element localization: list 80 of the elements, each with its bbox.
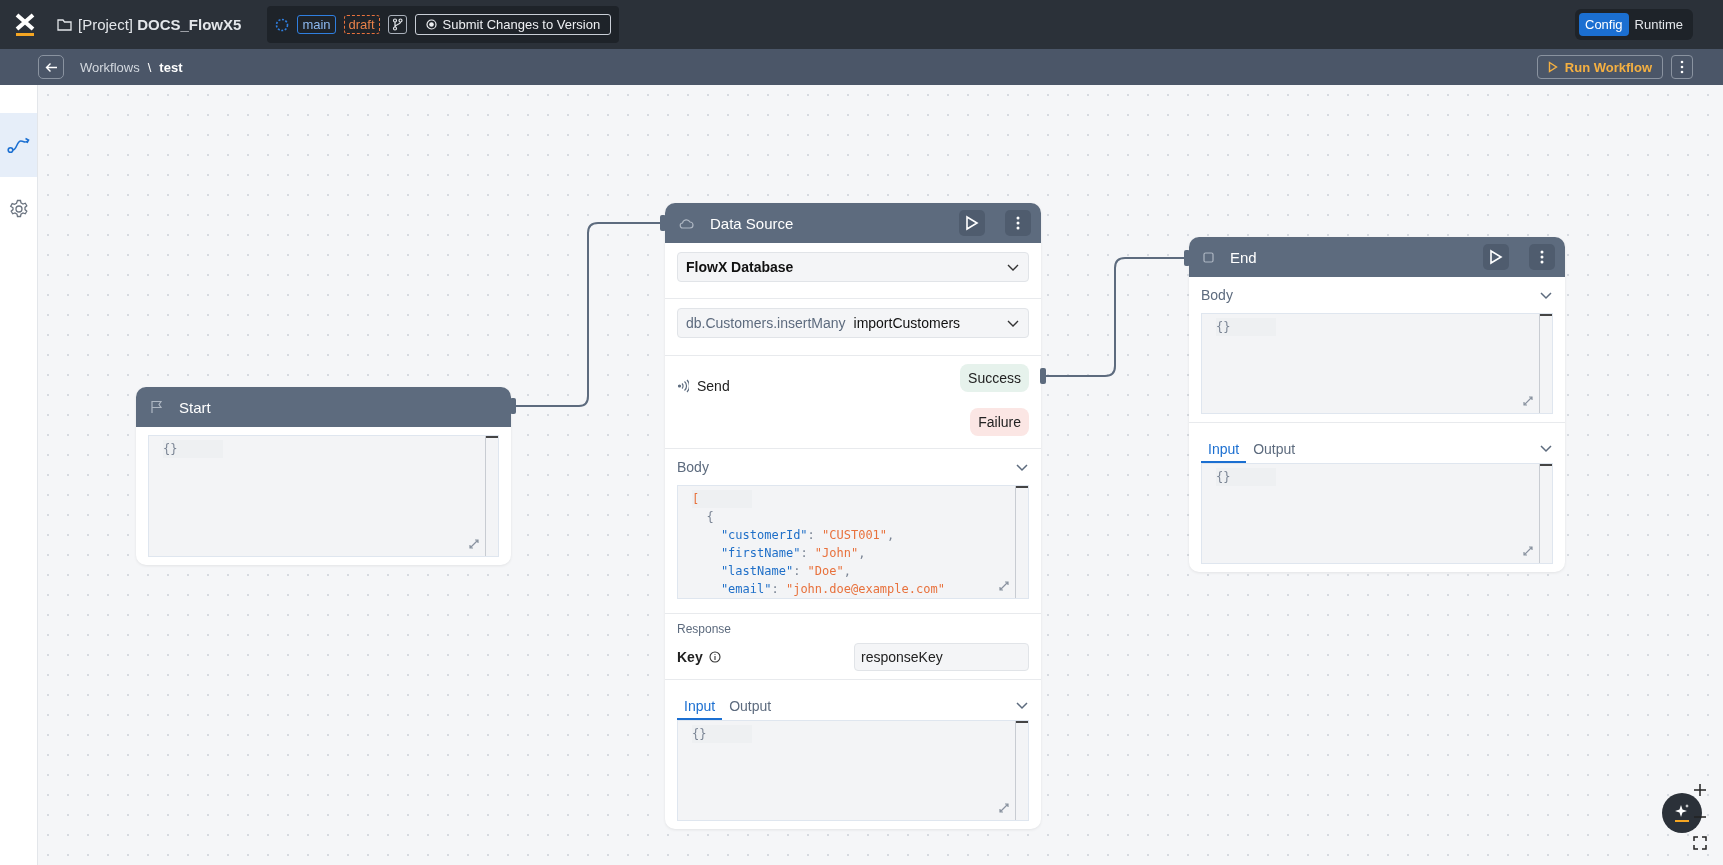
success-output[interactable]: Success: [960, 364, 1029, 392]
field-label: Key: [677, 649, 703, 665]
fullscreen-icon[interactable]: [1693, 836, 1707, 850]
workflow-icon: [6, 136, 31, 154]
submit-button[interactable]: Submit Changes to Version: [414, 14, 612, 35]
branch-button[interactable]: [387, 15, 407, 34]
code-line: "email": "john.doe@example.com": [719, 581, 945, 598]
send-label: Send: [697, 378, 730, 394]
zoom-in-icon[interactable]: [1693, 783, 1707, 797]
cloud-icon: [679, 217, 694, 229]
code-editor[interactable]: {}: [1201, 313, 1553, 414]
square-icon: [1203, 251, 1214, 263]
expand-icon[interactable]: [998, 580, 1010, 592]
key-input[interactable]: responseKey: [854, 643, 1029, 671]
sidebar-item[interactable]: [0, 113, 37, 177]
start-node[interactable]: Start {}: [136, 387, 511, 565]
run-node-button[interactable]: [959, 210, 985, 236]
branch-tag: main: [297, 15, 336, 34]
radio-dot-icon: [425, 19, 437, 30]
port-handle[interactable]: [510, 398, 516, 414]
node-title: Data Source: [710, 214, 795, 232]
failure-output[interactable]: Failure: [970, 408, 1029, 436]
code-editor[interactable]: {}: [148, 435, 499, 557]
expand-icon[interactable]: [468, 538, 480, 550]
node-title: End: [1230, 248, 1258, 266]
settings-icon: [8, 199, 29, 219]
mode-tab[interactable]: Config: [1579, 13, 1629, 36]
code-line: {: [705, 509, 715, 526]
mode-tab[interactable]: Runtime: [1628, 13, 1689, 36]
code-editor[interactable]: [ { "customerId": "CUST001", "firstName": "John", "lastName": "Doe", "email": "john.doe@example.com": [677, 485, 1029, 599]
code-line: "customerId": "CUST001",: [719, 527, 895, 544]
signal-icon: [677, 379, 689, 393]
expand-icon[interactable]: [1522, 545, 1534, 557]
code-editor[interactable]: {}: [1201, 463, 1553, 564]
play-icon: [1547, 61, 1558, 73]
back-button[interactable]: [38, 55, 64, 79]
operation-select[interactable]: db.Customers.insertMany importCustomers: [677, 308, 1029, 338]
kebab-icon: [1540, 250, 1544, 264]
status-circle-icon: [275, 17, 290, 32]
tab[interactable]: Output: [722, 698, 779, 720]
code-line: "lastName": "Doe",: [719, 563, 851, 580]
kebab-icon: [1016, 216, 1020, 230]
port-handle[interactable]: [660, 215, 666, 231]
breadcrumb-separator: \: [147, 59, 152, 75]
end-node[interactable]: End Body {} Input Output {}: [1189, 237, 1565, 572]
scrollbar[interactable]: [1539, 314, 1552, 413]
kebab-icon: [1680, 60, 1684, 74]
play-icon: [965, 215, 979, 231]
section-label: Body: [1201, 287, 1233, 303]
tab[interactable]: Output: [1246, 441, 1303, 463]
node-title: Start: [179, 398, 212, 416]
status-tag: draft: [343, 15, 380, 34]
breadcrumb-current: test: [159, 59, 183, 75]
data-source-select[interactable]: FlowX Database: [677, 252, 1029, 282]
scrollbar[interactable]: [1539, 464, 1552, 563]
more-button[interactable]: [1671, 55, 1693, 79]
scrollbar[interactable]: [485, 436, 498, 556]
run-node-button[interactable]: [1483, 244, 1509, 270]
project-title: [Project] DOCS_FlowX5: [78, 16, 242, 33]
logo-icon[interactable]: [14, 11, 36, 38]
play-icon: [1489, 249, 1503, 265]
code-editor[interactable]: {}: [677, 720, 1029, 821]
scrollbar[interactable]: [1015, 486, 1028, 598]
folder-icon: [57, 18, 72, 31]
expand-icon[interactable]: [1522, 395, 1534, 407]
sparkle-icon: [1673, 803, 1691, 823]
port-handle[interactable]: [1040, 368, 1046, 384]
scrollbar[interactable]: [1015, 721, 1028, 820]
expand-icon[interactable]: [998, 802, 1010, 814]
ai-assistant-button[interactable]: [1662, 793, 1702, 833]
arrow-left-icon: [44, 61, 58, 73]
info-icon[interactable]: [708, 651, 721, 663]
section-label: Response: [677, 622, 733, 636]
breadcrumb-link[interactable]: Workflows: [80, 59, 140, 75]
data-source-node[interactable]: [665, 203, 1041, 829]
code-line: "firstName": "John",: [719, 545, 866, 562]
port-handle[interactable]: [1184, 250, 1190, 266]
flag-icon: [150, 400, 163, 414]
section-label: Body: [677, 459, 709, 475]
run-workflow-button[interactable]: Run Workflow: [1536, 55, 1663, 79]
